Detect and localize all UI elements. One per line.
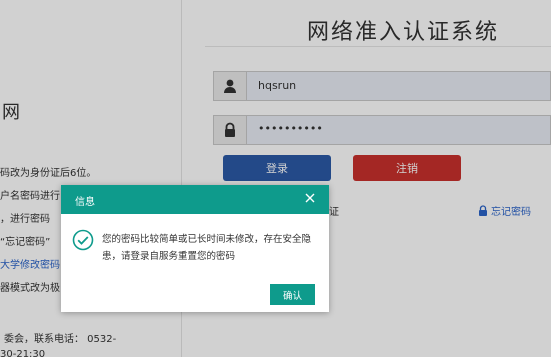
confirm-button[interactable]: 确认: [270, 284, 315, 305]
info-dialog: 信息 您的密码比较简单或已长时间未修改，存在安全隐患，请登录自服务重置您的密码 …: [61, 185, 329, 312]
close-icon[interactable]: [303, 191, 317, 205]
success-check-icon: [72, 229, 94, 255]
dialog-title: 信息: [75, 197, 95, 208]
dialog-message: 您的密码比较简单或已长时间未修改，存在安全隐患，请登录自服务重置您的密码: [102, 234, 312, 262]
dialog-header: 信息: [61, 185, 329, 214]
